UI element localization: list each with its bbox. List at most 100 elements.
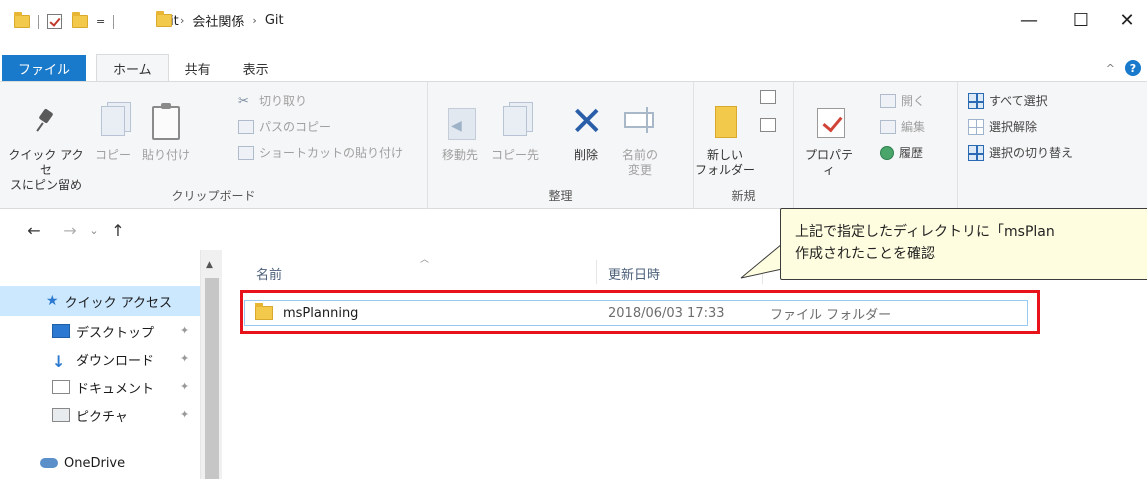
edit-label: 編集	[901, 120, 926, 134]
file-list: ︿ 名前 更新日時 msPlanning 2018/06/03 17:33 ファ…	[222, 250, 1147, 479]
scissors-icon: ✂	[238, 93, 249, 109]
edit-button[interactable]: 編集	[880, 118, 925, 135]
column-header-date[interactable]: 更新日時	[608, 258, 660, 288]
address-bar[interactable]: › 会社関係 › Git	[156, 5, 916, 35]
easy-access-icon[interactable]	[760, 118, 776, 132]
nav-downloads-label: ダウンロード	[76, 353, 155, 369]
close-button[interactable]: ✕	[1107, 0, 1147, 40]
window-controls: — ☐ ✕	[1003, 0, 1147, 40]
column-divider[interactable]	[596, 260, 597, 284]
tab-home[interactable]: ホーム	[96, 54, 169, 81]
breadcrumb-company[interactable]: 会社関係	[192, 11, 244, 30]
column-header-name[interactable]: 名前	[256, 258, 282, 288]
invert-selection-icon	[968, 144, 984, 161]
star-icon: ★	[46, 293, 59, 309]
documents-icon	[52, 380, 70, 394]
move-to-icon	[448, 108, 476, 140]
pictures-icon	[52, 408, 70, 422]
new-folder-button[interactable]: 新しい フォルダー	[694, 102, 756, 178]
minimize-button[interactable]: —	[1003, 0, 1055, 40]
collapse-ribbon-icon[interactable]: ^	[1106, 62, 1115, 75]
callout-line1: 上記で指定したディレクトリに「msPlan	[795, 224, 1055, 240]
rename-label-line2: 変更	[627, 163, 652, 177]
open-button[interactable]: 開く	[880, 92, 925, 109]
callout-line2: 作成されたことを確認	[795, 246, 935, 262]
new-group-label: 新規	[731, 189, 756, 203]
new-item-icon[interactable]	[760, 90, 776, 104]
nav-item-documents[interactable]: ドキュメント ✦	[0, 372, 200, 402]
breadcrumb-git[interactable]: Git	[265, 13, 284, 28]
toolbar-divider	[113, 14, 115, 29]
shortcut-icon	[238, 145, 254, 160]
delete-label: 削除	[573, 148, 598, 162]
path-icon	[238, 119, 254, 134]
callout-note: 上記で指定したディレクトリに「msPlan 作成されたことを確認	[780, 208, 1147, 280]
paste-shortcut-button[interactable]: ショートカットの貼り付け	[238, 144, 403, 161]
highlight-box	[240, 290, 1040, 334]
new-folder-label-line2: フォルダー	[694, 163, 755, 177]
tab-file[interactable]: ファイル	[2, 55, 87, 81]
ribbon-tabs: ファイル ホーム 共有 表示	[0, 54, 1147, 81]
maximize-button[interactable]: ☐	[1055, 0, 1107, 40]
new-folder-label-line1: 新しい	[706, 148, 743, 162]
tab-share[interactable]: 共有	[169, 55, 227, 81]
back-button[interactable]: ←	[22, 221, 46, 240]
recent-locations-dropdown[interactable]: ⌄	[82, 224, 106, 237]
nav-item-desktop[interactable]: デスクトップ ✦	[0, 316, 200, 346]
delete-button[interactable]: ✕ 削除	[564, 102, 608, 163]
breadcrumb-separator[interactable]: ›	[180, 14, 184, 27]
paste-shortcut-label: ショートカットの貼り付け	[259, 146, 404, 160]
folder-icon	[14, 12, 30, 28]
nav-pictures-label: ピクチャ	[76, 409, 128, 425]
toolbar-divider	[38, 14, 39, 29]
history-button[interactable]: 履歴	[880, 144, 923, 161]
organize-group: 移動先 コピー先 ✕ 削除 名前の 変更 整理	[428, 82, 694, 209]
copy-path-label: パスのコピー	[259, 120, 332, 134]
select-none-icon	[968, 118, 984, 135]
open-icon	[880, 93, 896, 108]
pinned-icon: ✦	[180, 324, 190, 337]
nav-documents-label: ドキュメント	[76, 381, 155, 397]
move-to-button[interactable]: 移動先	[436, 102, 484, 163]
download-arrow-icon: ↓	[52, 352, 66, 371]
tab-view[interactable]: 表示	[227, 55, 285, 81]
onedrive-cloud-icon	[40, 458, 58, 468]
up-button[interactable]: ↑	[106, 221, 130, 240]
pinned-icon: ✦	[180, 380, 190, 393]
breadcrumb-separator[interactable]: ›	[252, 14, 256, 27]
nav-quick-access-label: クイック アクセス	[64, 295, 173, 311]
history-icon	[880, 145, 894, 160]
cut-button[interactable]: ✂ 切り取り	[238, 92, 307, 109]
nav-quick-access[interactable]: ★ クイック アクセス	[0, 286, 200, 316]
nav-scrollbar-thumb[interactable]	[205, 278, 219, 479]
scroll-up-icon[interactable]: ▲	[206, 260, 213, 270]
properties-button[interactable]: プロパティ	[800, 102, 858, 178]
nav-desktop-label: デスクトップ	[76, 325, 155, 341]
rename-button[interactable]: 名前の 変更	[616, 102, 664, 178]
nav-item-onedrive[interactable]: OneDrive	[0, 448, 200, 478]
nav-item-pictures[interactable]: ピクチャ ✦	[0, 400, 200, 430]
select-none-label: 選択解除	[989, 120, 1038, 134]
rename-icon	[624, 107, 654, 133]
copy-button[interactable]: コピー	[90, 102, 136, 163]
select-all-button[interactable]: すべて選択	[968, 92, 1048, 109]
select-none-button[interactable]: 選択解除	[968, 118, 1037, 135]
nav-item-downloads[interactable]: ↓ ダウンロード ✦	[0, 344, 200, 374]
paste-button[interactable]: 貼り付け	[138, 102, 194, 163]
move-to-label: 移動先	[441, 148, 478, 162]
qat-customize-dropdown[interactable]: =	[96, 15, 105, 28]
copy-to-label: コピー先	[490, 148, 539, 162]
help-icon[interactable]: ?	[1125, 60, 1141, 76]
invert-selection-button[interactable]: 選択の切り替え	[968, 144, 1073, 161]
nav-onedrive-label: OneDrive	[64, 455, 126, 471]
pin-label-line1: クイック アクセ	[8, 148, 84, 177]
new-folder-icon[interactable]	[72, 12, 88, 28]
copy-path-button[interactable]: パスのコピー	[238, 118, 331, 135]
nav-scrollbar[interactable]: ▲	[200, 250, 222, 479]
properties-check-icon[interactable]	[47, 14, 62, 29]
pinned-icon: ✦	[180, 408, 190, 421]
pin-quick-access-button[interactable]: クイック アクセ スにピン留め	[4, 102, 88, 193]
copy-to-button[interactable]: コピー先	[488, 102, 542, 163]
clipboard-group: クイック アクセ スにピン留め コピー 貼り付け ✂ 切り取り パスのコピー シ…	[0, 82, 428, 209]
forward-button[interactable]: →	[58, 221, 82, 240]
